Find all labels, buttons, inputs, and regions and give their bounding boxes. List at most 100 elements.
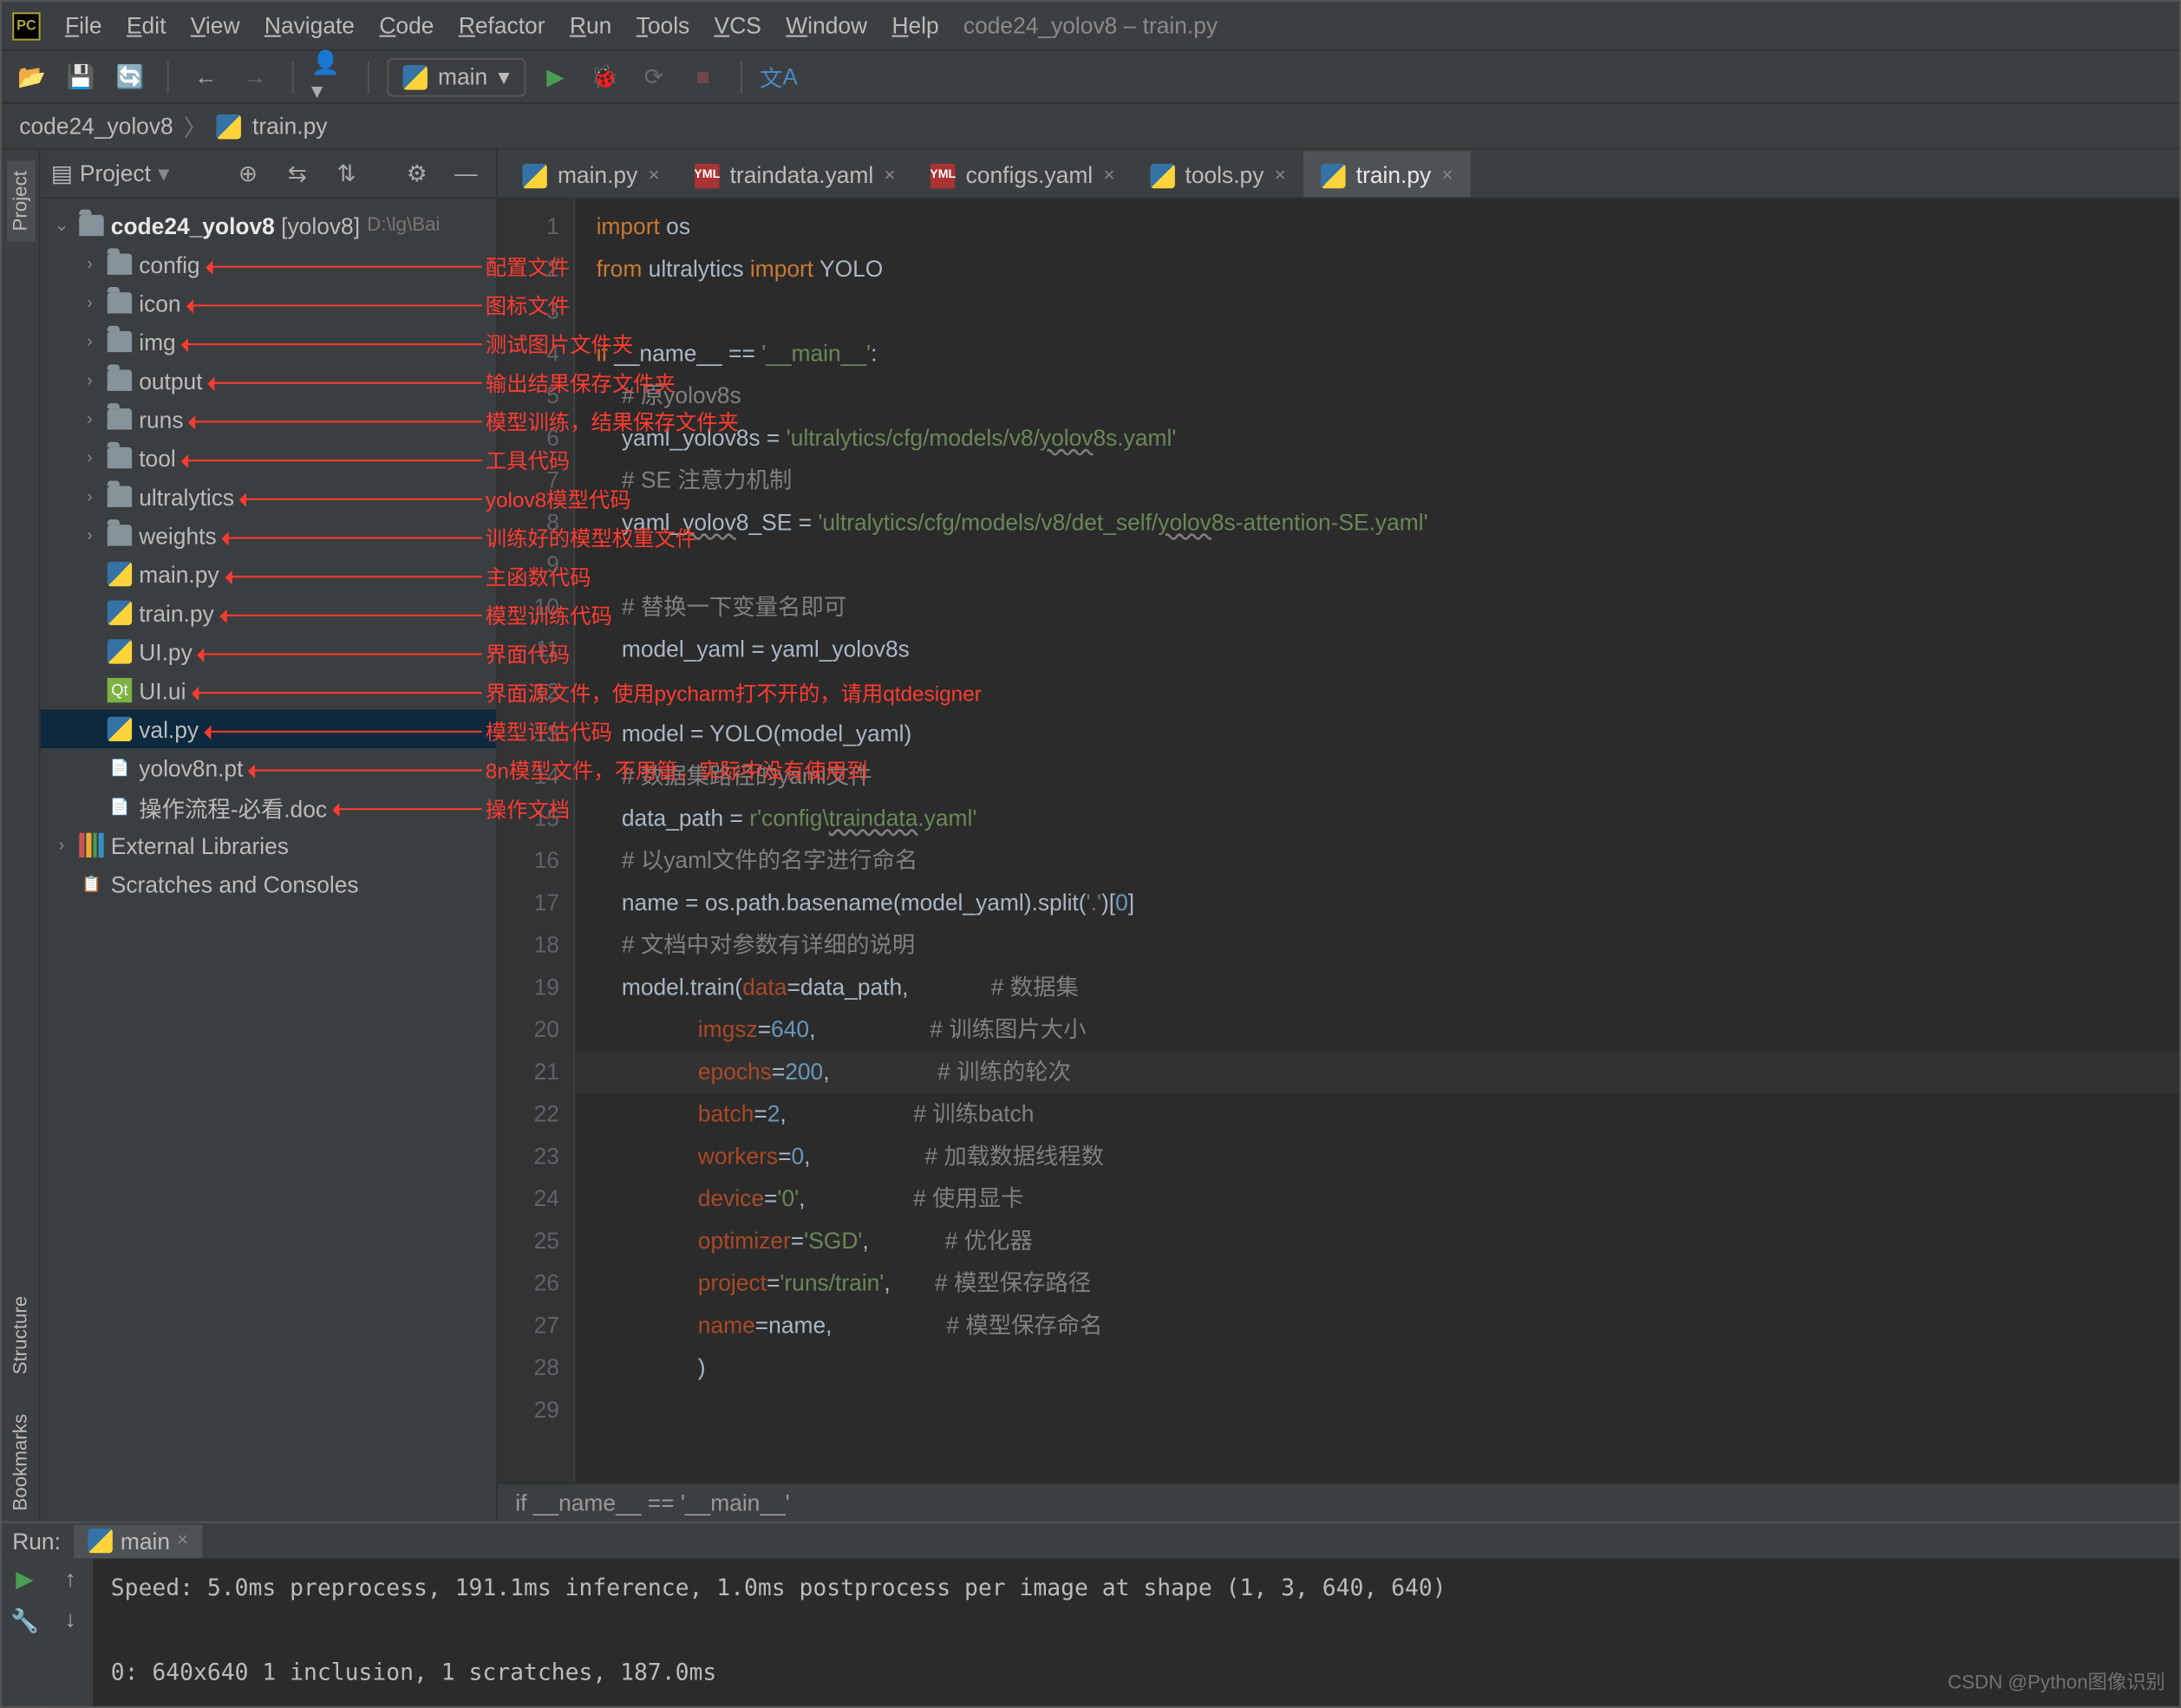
- code-line-4[interactable]: if __name__ == '__main__':: [575, 333, 2179, 375]
- code-line-15[interactable]: data_path = r'config\traindata.yaml': [575, 798, 2179, 840]
- user-icon[interactable]: 👤▾: [311, 57, 350, 96]
- run-tab[interactable]: main ×: [75, 1524, 202, 1558]
- tree-file-操作流程-必看.doc[interactable]: 📄操作流程-必看.doc: [41, 787, 496, 826]
- tree-scratches[interactable]: 📋Scratches and Consoles: [41, 864, 496, 903]
- menu-code[interactable]: Code: [379, 12, 434, 38]
- close-icon[interactable]: ×: [648, 165, 659, 186]
- code-line-22[interactable]: batch=2, # 训练batch: [575, 1093, 2179, 1136]
- code-line-5[interactable]: # 原yolov8s: [575, 375, 2179, 418]
- menu-view[interactable]: View: [191, 12, 240, 38]
- coverage-icon[interactable]: ⟳: [635, 57, 674, 96]
- tree-folder-runs[interactable]: ›runs: [41, 400, 496, 439]
- run-button[interactable]: ▶: [536, 57, 575, 96]
- locate-icon[interactable]: ⊕: [229, 154, 268, 193]
- menu-tools[interactable]: Tools: [637, 12, 690, 38]
- wrench-icon[interactable]: 🔧: [10, 1607, 39, 1635]
- menu-vcs[interactable]: VCS: [715, 12, 761, 38]
- code-line-27[interactable]: name=name, # 模型保存命名: [575, 1305, 2179, 1347]
- menu-edit[interactable]: Edit: [127, 12, 166, 38]
- menu-help[interactable]: Help: [891, 12, 938, 38]
- close-icon[interactable]: ×: [884, 165, 895, 186]
- crumb-file[interactable]: train.py: [252, 113, 327, 139]
- code-line-1[interactable]: import os: [575, 206, 2179, 249]
- open-icon[interactable]: 📂: [12, 57, 51, 96]
- save-icon[interactable]: 💾: [62, 57, 101, 96]
- code-line-12[interactable]: [575, 671, 2179, 714]
- forward-icon[interactable]: →: [236, 57, 275, 96]
- code-line-21[interactable]: epochs=200, # 训练的轮次: [575, 1051, 2179, 1093]
- tab-configs.yaml[interactable]: YMLconfigs.yaml×: [913, 152, 1133, 198]
- code-line-14[interactable]: # 数据集路径的yaml文件: [575, 755, 2179, 798]
- code-line-13[interactable]: model = YOLO(model_yaml): [575, 714, 2179, 756]
- code-editor[interactable]: 1234567891011121314151617181920212223242…: [498, 199, 2179, 1483]
- rerun-icon[interactable]: ▶: [16, 1565, 33, 1593]
- tree-file-train.py[interactable]: train.py: [41, 593, 496, 632]
- settings-icon[interactable]: ⚙: [397, 154, 436, 193]
- close-icon[interactable]: ×: [177, 1530, 188, 1551]
- up-icon[interactable]: ↑: [65, 1565, 76, 1591]
- hide-icon[interactable]: —: [447, 154, 486, 193]
- tree-folder-output[interactable]: ›output: [41, 361, 496, 400]
- sync-icon[interactable]: 🔄: [111, 57, 150, 96]
- down-icon[interactable]: ↓: [65, 1606, 76, 1632]
- code-line-10[interactable]: # 替换一下变量名即可: [575, 586, 2179, 629]
- editor-breadcrumb[interactable]: if __name__ == '__main__': [498, 1483, 2179, 1522]
- code-line-3[interactable]: [575, 290, 2179, 333]
- code-line-26[interactable]: project='runs/train', # 模型保存路径: [575, 1262, 2179, 1305]
- code-line-2[interactable]: from ultralytics import YOLO: [575, 248, 2179, 290]
- code-line-20[interactable]: imgsz=640, # 训练图片大小: [575, 1009, 2179, 1052]
- tree-file-val.py[interactable]: val.py: [41, 709, 496, 748]
- menu-refactor[interactable]: Refactor: [459, 12, 545, 38]
- tool-project[interactable]: Project: [6, 160, 34, 242]
- code-line-18[interactable]: # 文档中对参数有详细的说明: [575, 924, 2179, 967]
- debug-button[interactable]: 🐞: [585, 57, 624, 96]
- code-line-23[interactable]: workers=0, # 加载数据线程数: [575, 1136, 2179, 1178]
- close-icon[interactable]: ×: [1275, 165, 1286, 186]
- tool-structure[interactable]: Structure: [6, 1286, 34, 1385]
- code-line-19[interactable]: model.train(data=data_path, # 数据集: [575, 967, 2179, 1009]
- code-line-17[interactable]: name = os.path.basename(model_yaml).spli…: [575, 882, 2179, 924]
- code-line-16[interactable]: # 以yaml文件的名字进行命名: [575, 840, 2179, 883]
- tab-main.py[interactable]: main.py×: [505, 152, 677, 198]
- code-line-29[interactable]: [575, 1389, 2179, 1431]
- code-line-8[interactable]: yaml_yolov8_SE = 'ultralytics/cfg/models…: [575, 502, 2179, 544]
- close-icon[interactable]: ×: [1441, 165, 1453, 186]
- tree-folder-icon[interactable]: ›icon: [41, 284, 496, 323]
- close-icon[interactable]: ×: [1103, 165, 1114, 186]
- tree-folder-weights[interactable]: ›weights: [41, 516, 496, 555]
- tree-file-yolov8n.pt[interactable]: 📄yolov8n.pt: [41, 748, 496, 787]
- tree-external-libraries[interactable]: ›External Libraries: [41, 826, 496, 865]
- run-config-selector[interactable]: main ▾: [387, 57, 526, 96]
- tree-folder-tool[interactable]: ›tool: [41, 439, 496, 478]
- tree-file-main.py[interactable]: main.py: [41, 555, 496, 594]
- menu-run[interactable]: Run: [570, 12, 611, 38]
- code-line-11[interactable]: model_yaml = yaml_yolov8s: [575, 629, 2179, 671]
- code-line-7[interactable]: # SE 注意力机制: [575, 460, 2179, 502]
- expand-icon[interactable]: ⇆: [278, 154, 317, 193]
- tree-file-UI.ui[interactable]: QtUI.ui: [41, 671, 496, 710]
- menu-navigate[interactable]: Navigate: [264, 12, 355, 38]
- tool-bookmarks[interactable]: Bookmarks: [6, 1404, 34, 1522]
- tree-root[interactable]: ⌄code24_yolov8 [yolov8] D:\lg\Bai: [41, 206, 496, 245]
- console-output[interactable]: Speed: 5.0ms preprocess, 191.1ms inferen…: [93, 1558, 2178, 1706]
- code-line-25[interactable]: optimizer='SGD', # 优化器: [575, 1220, 2179, 1262]
- tab-traindata.yaml[interactable]: YMLtraindata.yaml×: [677, 152, 913, 198]
- code-line-24[interactable]: device='0', # 使用显卡: [575, 1178, 2179, 1221]
- code-line-28[interactable]: ): [575, 1347, 2179, 1390]
- tree-folder-config[interactable]: ›config: [41, 244, 496, 284]
- menu-window[interactable]: Window: [786, 12, 867, 38]
- menu-file[interactable]: File: [65, 12, 102, 38]
- translate-icon[interactable]: 文A: [760, 57, 799, 96]
- sidebar-title[interactable]: ▤Project▾: [51, 160, 169, 187]
- collapse-icon[interactable]: ⇅: [327, 154, 366, 193]
- crumb-root[interactable]: code24_yolov8: [19, 113, 173, 139]
- tab-train.py[interactable]: train.py×: [1303, 152, 1471, 198]
- code-line-6[interactable]: yaml_yolov8s = 'ultralytics/cfg/models/v…: [575, 417, 2179, 460]
- tab-tools.py[interactable]: tools.py×: [1133, 152, 1303, 198]
- code-line-9[interactable]: [575, 544, 2179, 587]
- tree-folder-img[interactable]: ›img: [41, 323, 496, 362]
- tree-file-UI.py[interactable]: UI.py: [41, 632, 496, 671]
- stop-button[interactable]: ■: [683, 57, 722, 96]
- back-icon[interactable]: ←: [186, 57, 225, 96]
- tree-folder-ultralytics[interactable]: ›ultralytics: [41, 477, 496, 516]
